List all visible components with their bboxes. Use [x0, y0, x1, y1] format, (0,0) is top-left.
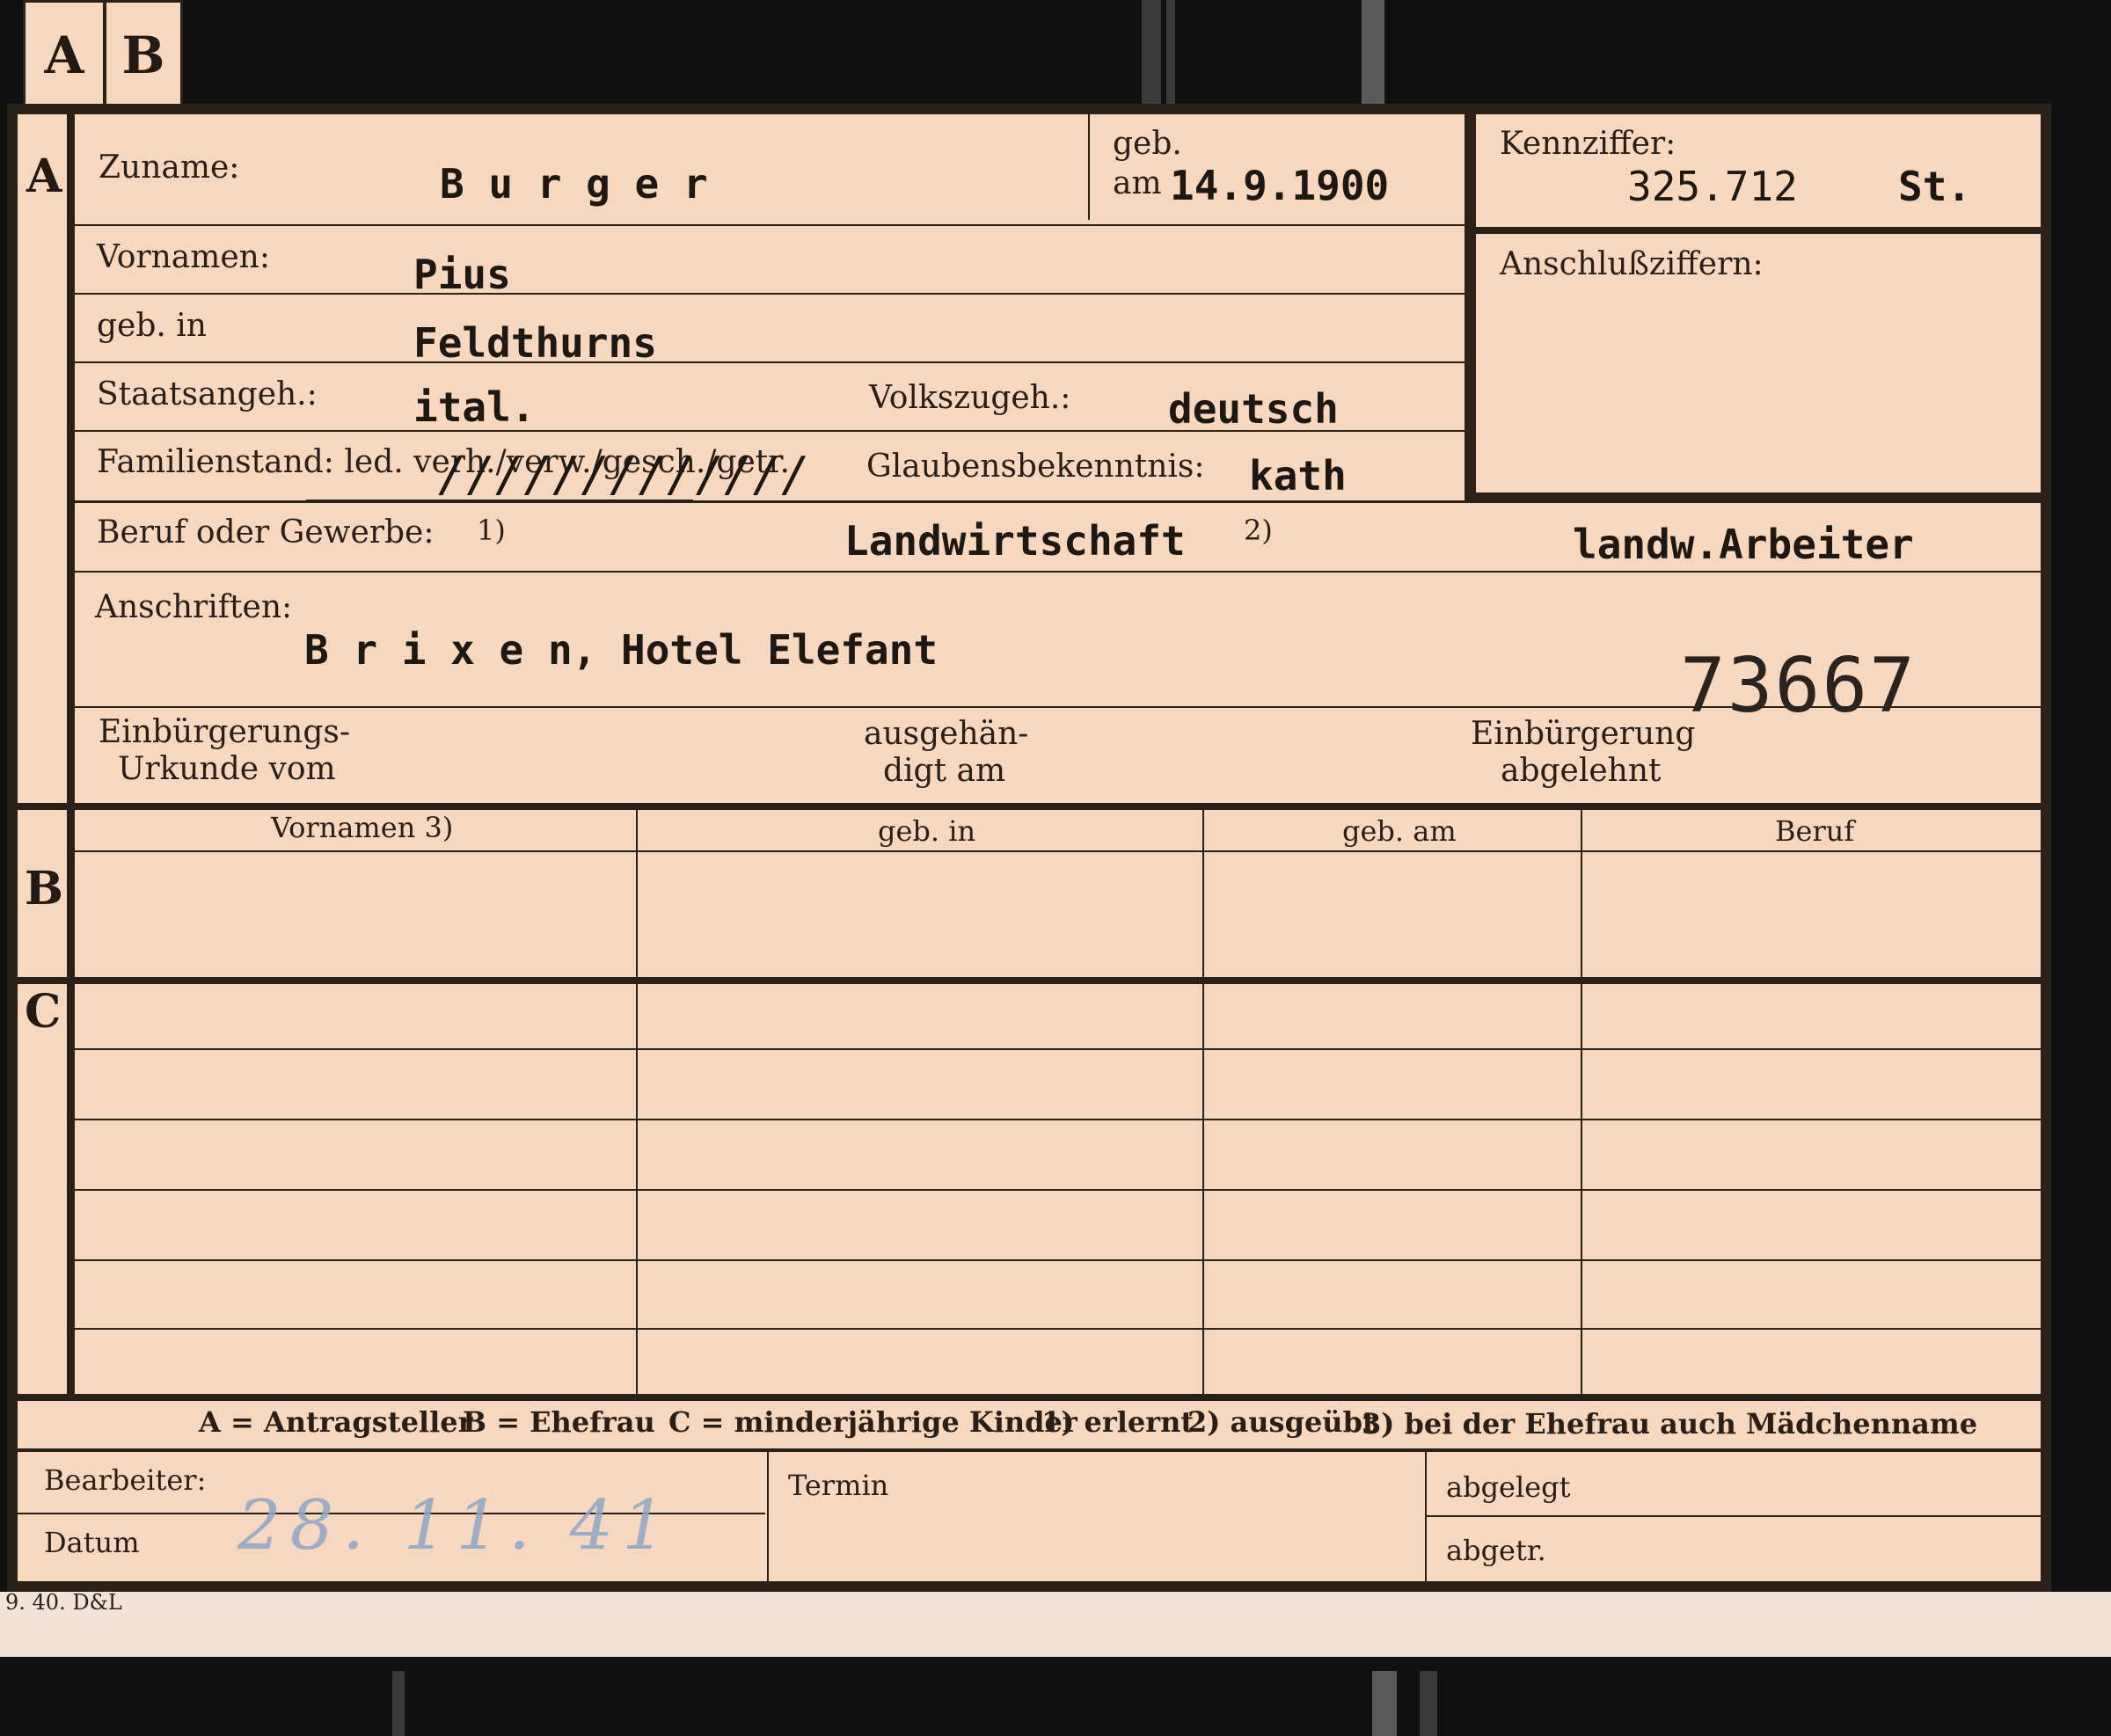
- geb-label: geb.: [1113, 126, 1182, 162]
- volk-label: Volkszugeh.:: [869, 380, 1071, 416]
- termin-label: Termin: [788, 1469, 889, 1502]
- row-line: [75, 293, 1465, 295]
- legend-a: A = Antragsteller: [199, 1405, 473, 1439]
- table-header-vornamen: Vornamen 3): [271, 811, 454, 844]
- kennziffer-box-bottom: [1465, 492, 2041, 503]
- bottom-strip: [0, 1592, 2111, 1657]
- table-header-line: [75, 850, 2041, 852]
- legend-note-1: 1) erlernt: [1041, 1405, 1194, 1439]
- section-label-a: A: [26, 150, 62, 203]
- beruf-value-1: Landwirtschaft: [844, 517, 1186, 565]
- am-label: am: [1113, 165, 1162, 201]
- scan-stripe: [392, 1671, 405, 1736]
- ausgehaendigt-line2: digt am: [883, 753, 1006, 789]
- legend-bottom-line: [18, 1448, 2041, 1452]
- legend-c: C = minderjährige Kinder: [668, 1405, 1077, 1439]
- table-header-beruf: Beruf: [1775, 814, 1855, 848]
- section-c-bottom: [18, 1394, 2041, 1401]
- row-line: [75, 224, 1465, 226]
- ausgehaendigt-line1: ausgehän-: [864, 716, 1029, 752]
- datum-handwritten: 28. 11. 41: [237, 1486, 675, 1565]
- kennziffer-label: Kennziffer:: [1500, 126, 1676, 162]
- section-column-divider: [67, 114, 75, 1394]
- frame-bottom: [7, 1581, 2051, 1592]
- legend-note-2: 2) ausgeübt: [1187, 1405, 1376, 1439]
- glaube-value: kath: [1249, 452, 1347, 500]
- geb-in-value: Feldthurns: [413, 319, 657, 367]
- anschriften-label: Anschriften:: [95, 589, 293, 625]
- volk-value: deutsch: [1168, 385, 1339, 433]
- row-line: [75, 1119, 2041, 1120]
- einb-abgelehnt-line1: Einbürgerung: [1471, 716, 1696, 752]
- section-ab-divider: [18, 803, 2041, 810]
- row-line: [75, 1189, 2041, 1191]
- einb-urkunde-line1: Einbürgerungs-: [99, 714, 351, 750]
- scan-stripe: [1420, 1671, 1437, 1736]
- kennziffer-value: 325.712: [1627, 163, 1798, 210]
- staat-value: ital.: [413, 383, 536, 431]
- geb-am-value: 14.9.1900: [1170, 162, 1390, 209]
- beruf-value-2: landw.Arbeiter: [1573, 521, 1914, 568]
- zuname-label: Zuname:: [99, 150, 240, 186]
- print-code: 9. 40. D&L: [5, 1590, 122, 1615]
- kennziffer-suffix: St.: [1898, 163, 1972, 210]
- familienstand-strike: /////////////: [438, 447, 810, 502]
- footnote-2: 2): [1244, 514, 1273, 547]
- legend-note-3: 3) bei der Ehefrau auch Mädchenname: [1362, 1407, 1978, 1441]
- tab-a: A: [23, 0, 106, 107]
- geb-in-label: geb. in: [97, 308, 207, 344]
- stamp-number: 73667: [1680, 642, 1917, 730]
- row-line: [75, 571, 2041, 573]
- scan-stripe: [1166, 0, 1175, 107]
- anschluss-label: Anschlußziffern:: [1500, 246, 1764, 282]
- card: A B 9. 40. D&L A B C Zuname: B u r g e r…: [0, 0, 2111, 1736]
- row-line: [75, 1328, 2041, 1330]
- scan-stripe: [1362, 0, 1384, 107]
- row-line: [75, 1259, 2041, 1261]
- bearbeiter-label: Bearbeiter:: [44, 1463, 207, 1497]
- footnote-1: 1): [477, 514, 506, 547]
- section-bc-divider: [18, 977, 2041, 984]
- section-label-c: C: [25, 985, 62, 1039]
- column-divider: [636, 810, 638, 1394]
- frame-right: [2041, 104, 2051, 1592]
- table-header-geb-in: geb. in: [878, 814, 976, 848]
- legend-b: B = Ehefrau: [463, 1405, 655, 1439]
- kennziffer-box-left: [1465, 114, 1476, 503]
- staat-label: Staatsangeh.:: [97, 376, 318, 412]
- beruf-label: Beruf oder Gewerbe:: [97, 514, 435, 551]
- led-underline: [306, 500, 693, 503]
- footer-line-right: [1427, 1515, 2041, 1517]
- abgetr-label: abgetr.: [1446, 1534, 1546, 1567]
- tab-b: B: [104, 0, 183, 107]
- column-divider: [1202, 810, 1204, 1394]
- frame-top: [7, 104, 2051, 114]
- table-header-geb-am: geb. am: [1342, 814, 1457, 848]
- zuname-value: B u r g e r: [440, 160, 708, 208]
- vornamen-label: Vornamen:: [97, 239, 270, 275]
- row-line: [75, 361, 1465, 363]
- row-line: [75, 1048, 2041, 1050]
- footer-divider: [1425, 1452, 1427, 1581]
- einb-urkunde-line2: Urkunde vom: [118, 751, 336, 787]
- einb-abgelehnt-line2: abgelehnt: [1501, 753, 1662, 789]
- datum-label: Datum: [44, 1526, 140, 1559]
- geb-divider: [1088, 114, 1090, 220]
- vornamen-value: Pius: [413, 251, 511, 298]
- abgelegt-label: abgelegt: [1446, 1470, 1571, 1504]
- scan-stripe: [1142, 0, 1161, 107]
- kennziffer-box-divider: [1476, 227, 2041, 234]
- anschriften-value: B r i x e n, Hotel Elefant: [304, 626, 939, 674]
- footer-divider: [767, 1452, 769, 1581]
- scan-stripe: [1372, 1671, 1397, 1736]
- column-divider: [1581, 810, 1582, 1394]
- section-label-b: B: [25, 862, 63, 915]
- frame-left: [7, 104, 18, 1592]
- glaube-label: Glaubensbekenntnis:: [866, 449, 1205, 485]
